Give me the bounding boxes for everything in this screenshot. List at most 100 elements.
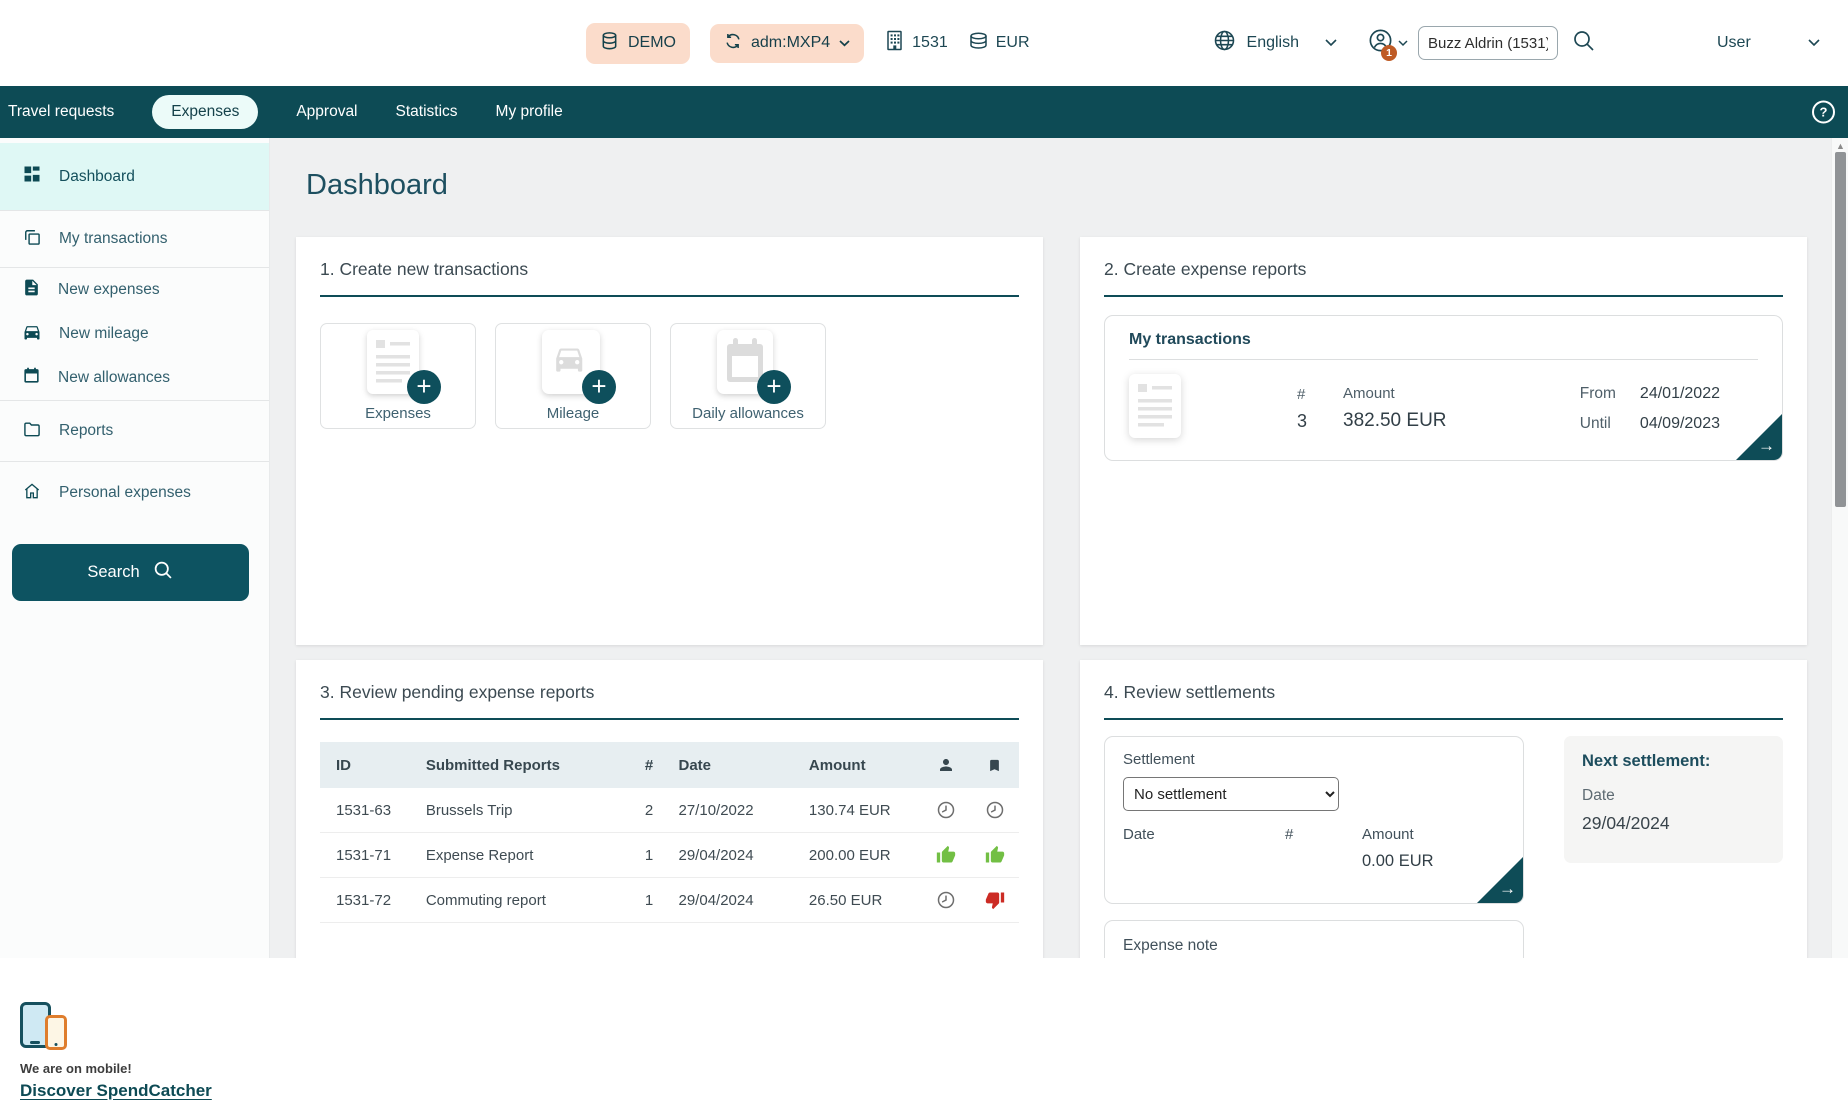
cell-date: 29/04/2024 <box>671 878 801 923</box>
building-icon <box>887 30 905 56</box>
spendcatcher-link[interactable]: Discover SpendCatcher <box>20 1081 212 1101</box>
sync-icon <box>724 32 742 55</box>
column-date[interactable]: Date <box>671 742 801 788</box>
sidebar-item-new-mileage[interactable]: New mileage <box>0 312 269 356</box>
settlement-amount-value: 0.00 EUR <box>1362 852 1434 871</box>
topbar: DEMO adm:MXP4 <box>0 0 1848 86</box>
cell-count: 1 <box>637 878 671 923</box>
status-rejected <box>970 878 1019 923</box>
panel-title: 1. Create new transactions <box>320 259 1019 297</box>
until-value: 04/09/2023 <box>1640 415 1720 433</box>
language-selector[interactable]: English <box>1213 29 1337 57</box>
from-value: 24/01/2022 <box>1640 385 1720 403</box>
thumbs-up-icon <box>936 846 956 863</box>
mobile-devices-icon <box>20 1002 78 1054</box>
settlement-select[interactable]: No settlement <box>1123 777 1339 811</box>
cell-amount: 26.50 EUR <box>801 878 921 923</box>
column-count[interactable]: # <box>637 742 671 788</box>
nav-approval[interactable]: Approval <box>296 103 357 121</box>
cell-report-name: Commuting report <box>418 878 637 923</box>
transactions-document-icon <box>1129 374 1181 443</box>
vertical-scrollbar[interactable]: ▲ <box>1831 138 1848 958</box>
search-icon[interactable] <box>1572 29 1596 58</box>
settlement-count-label: # <box>1285 826 1362 871</box>
box-title: My transactions <box>1129 316 1758 360</box>
language-label: English <box>1247 34 1299 52</box>
new-allowances-card[interactable]: + Daily allowances <box>670 323 826 429</box>
coins-icon <box>968 32 989 55</box>
clock-icon <box>936 801 956 818</box>
new-expense-card[interactable]: + Expenses <box>320 323 476 429</box>
sidebar-item-personal-expenses[interactable]: Personal expenses <box>0 462 269 524</box>
environment-label: adm:MXP4 <box>751 34 830 52</box>
cell-id: 1531-71 <box>320 833 418 878</box>
sidebar-item-new-expenses[interactable]: New expenses <box>0 268 269 312</box>
next-date-label: Date <box>1582 787 1765 805</box>
sidebar-item-label: Reports <box>59 422 113 440</box>
status-pending <box>921 878 970 923</box>
sidebar-item-dashboard[interactable]: Dashboard <box>0 143 269 210</box>
demo-badge[interactable]: DEMO <box>586 23 690 64</box>
sidebar-item-label: Dashboard <box>59 168 135 186</box>
status-approved <box>970 833 1019 878</box>
amount-label: Amount <box>1343 385 1447 402</box>
demo-label: DEMO <box>628 34 676 52</box>
entity-number: 1531 <box>912 34 948 52</box>
status-approved <box>921 833 970 878</box>
sidebar-item-label: New mileage <box>59 325 149 343</box>
plus-icon: + <box>582 370 616 404</box>
table-row[interactable]: 1531-72 Commuting report 1 29/04/2024 26… <box>320 878 1019 923</box>
cell-count: 1 <box>637 833 671 878</box>
scroll-up-icon[interactable]: ▲ <box>1832 141 1848 151</box>
nav-travel-requests[interactable]: Travel requests <box>8 103 114 121</box>
table-row[interactable]: 1531-71 Expense Report 1 29/04/2024 200.… <box>320 833 1019 878</box>
count-value: 3 <box>1297 411 1307 432</box>
nav-statistics[interactable]: Statistics <box>396 103 458 121</box>
environment-badge[interactable]: adm:MXP4 <box>710 24 864 63</box>
folder-icon <box>22 419 42 444</box>
sidebar-item-my-transactions[interactable]: My transactions <box>0 211 269 267</box>
panel-create-transactions: 1. Create new transactions <box>296 237 1043 645</box>
go-to-transactions-button[interactable]: → <box>1736 414 1782 460</box>
column-approver <box>921 742 970 788</box>
table-header-row: ID Submitted Reports # Date Amount <box>320 742 1019 788</box>
nav-my-profile[interactable]: My profile <box>496 103 563 121</box>
nav-expenses[interactable]: Expenses <box>152 95 258 129</box>
column-bookmark <box>970 742 1019 788</box>
next-date-value: 29/04/2024 <box>1582 813 1765 834</box>
sidebar: Dashboard My transactions New expenses N… <box>0 138 270 958</box>
cell-amount: 130.74 EUR <box>801 788 921 833</box>
my-transactions-box: My transactions <box>1104 315 1783 461</box>
table-row[interactable]: 1531-63 Brussels Trip 2 27/10/2022 130.7… <box>320 788 1019 833</box>
column-amount[interactable]: Amount <box>801 742 921 788</box>
scrollbar-thumb[interactable] <box>1835 152 1846 507</box>
settlement-box: Settlement No settlement Date # Amount <box>1104 736 1524 904</box>
expense-note-label: Expense note <box>1123 937 1218 954</box>
go-to-settlement-button[interactable]: → <box>1477 857 1523 903</box>
chevron-down-icon <box>839 34 850 52</box>
new-mileage-card[interactable]: + Mileage <box>495 323 651 429</box>
main-area: Dashboard 1. Create new transactions <box>270 138 1831 958</box>
sidebar-item-new-allowances[interactable]: New allowances <box>0 356 269 400</box>
column-id[interactable]: ID <box>320 742 418 788</box>
chevron-down-icon <box>1325 34 1337 52</box>
next-settlement-title: Next settlement: <box>1582 752 1765 771</box>
next-settlement-box: Next settlement: Date 29/04/2024 <box>1564 736 1783 863</box>
thumbs-down-icon <box>985 891 1005 908</box>
user-search-input[interactable] <box>1418 26 1558 60</box>
sidebar-item-reports[interactable]: Reports <box>0 401 269 461</box>
help-icon[interactable]: ? <box>1812 101 1835 124</box>
arrow-right-icon: → <box>1758 436 1775 456</box>
role-selector[interactable]: User <box>1717 34 1820 52</box>
dashboard-icon <box>22 164 42 189</box>
role-label: User <box>1717 34 1751 52</box>
search-button[interactable]: Search <box>12 544 249 601</box>
document-icon <box>22 278 41 302</box>
thumbs-up-icon <box>985 846 1005 863</box>
cell-id: 1531-63 <box>320 788 418 833</box>
expense-note-box[interactable]: Expense note <box>1104 920 1524 958</box>
column-submitted-reports[interactable]: Submitted Reports <box>418 742 637 788</box>
sidebar-item-label: My transactions <box>59 230 168 248</box>
account-menu[interactable]: 1 <box>1367 27 1408 59</box>
currency-label: EUR <box>996 34 1030 52</box>
